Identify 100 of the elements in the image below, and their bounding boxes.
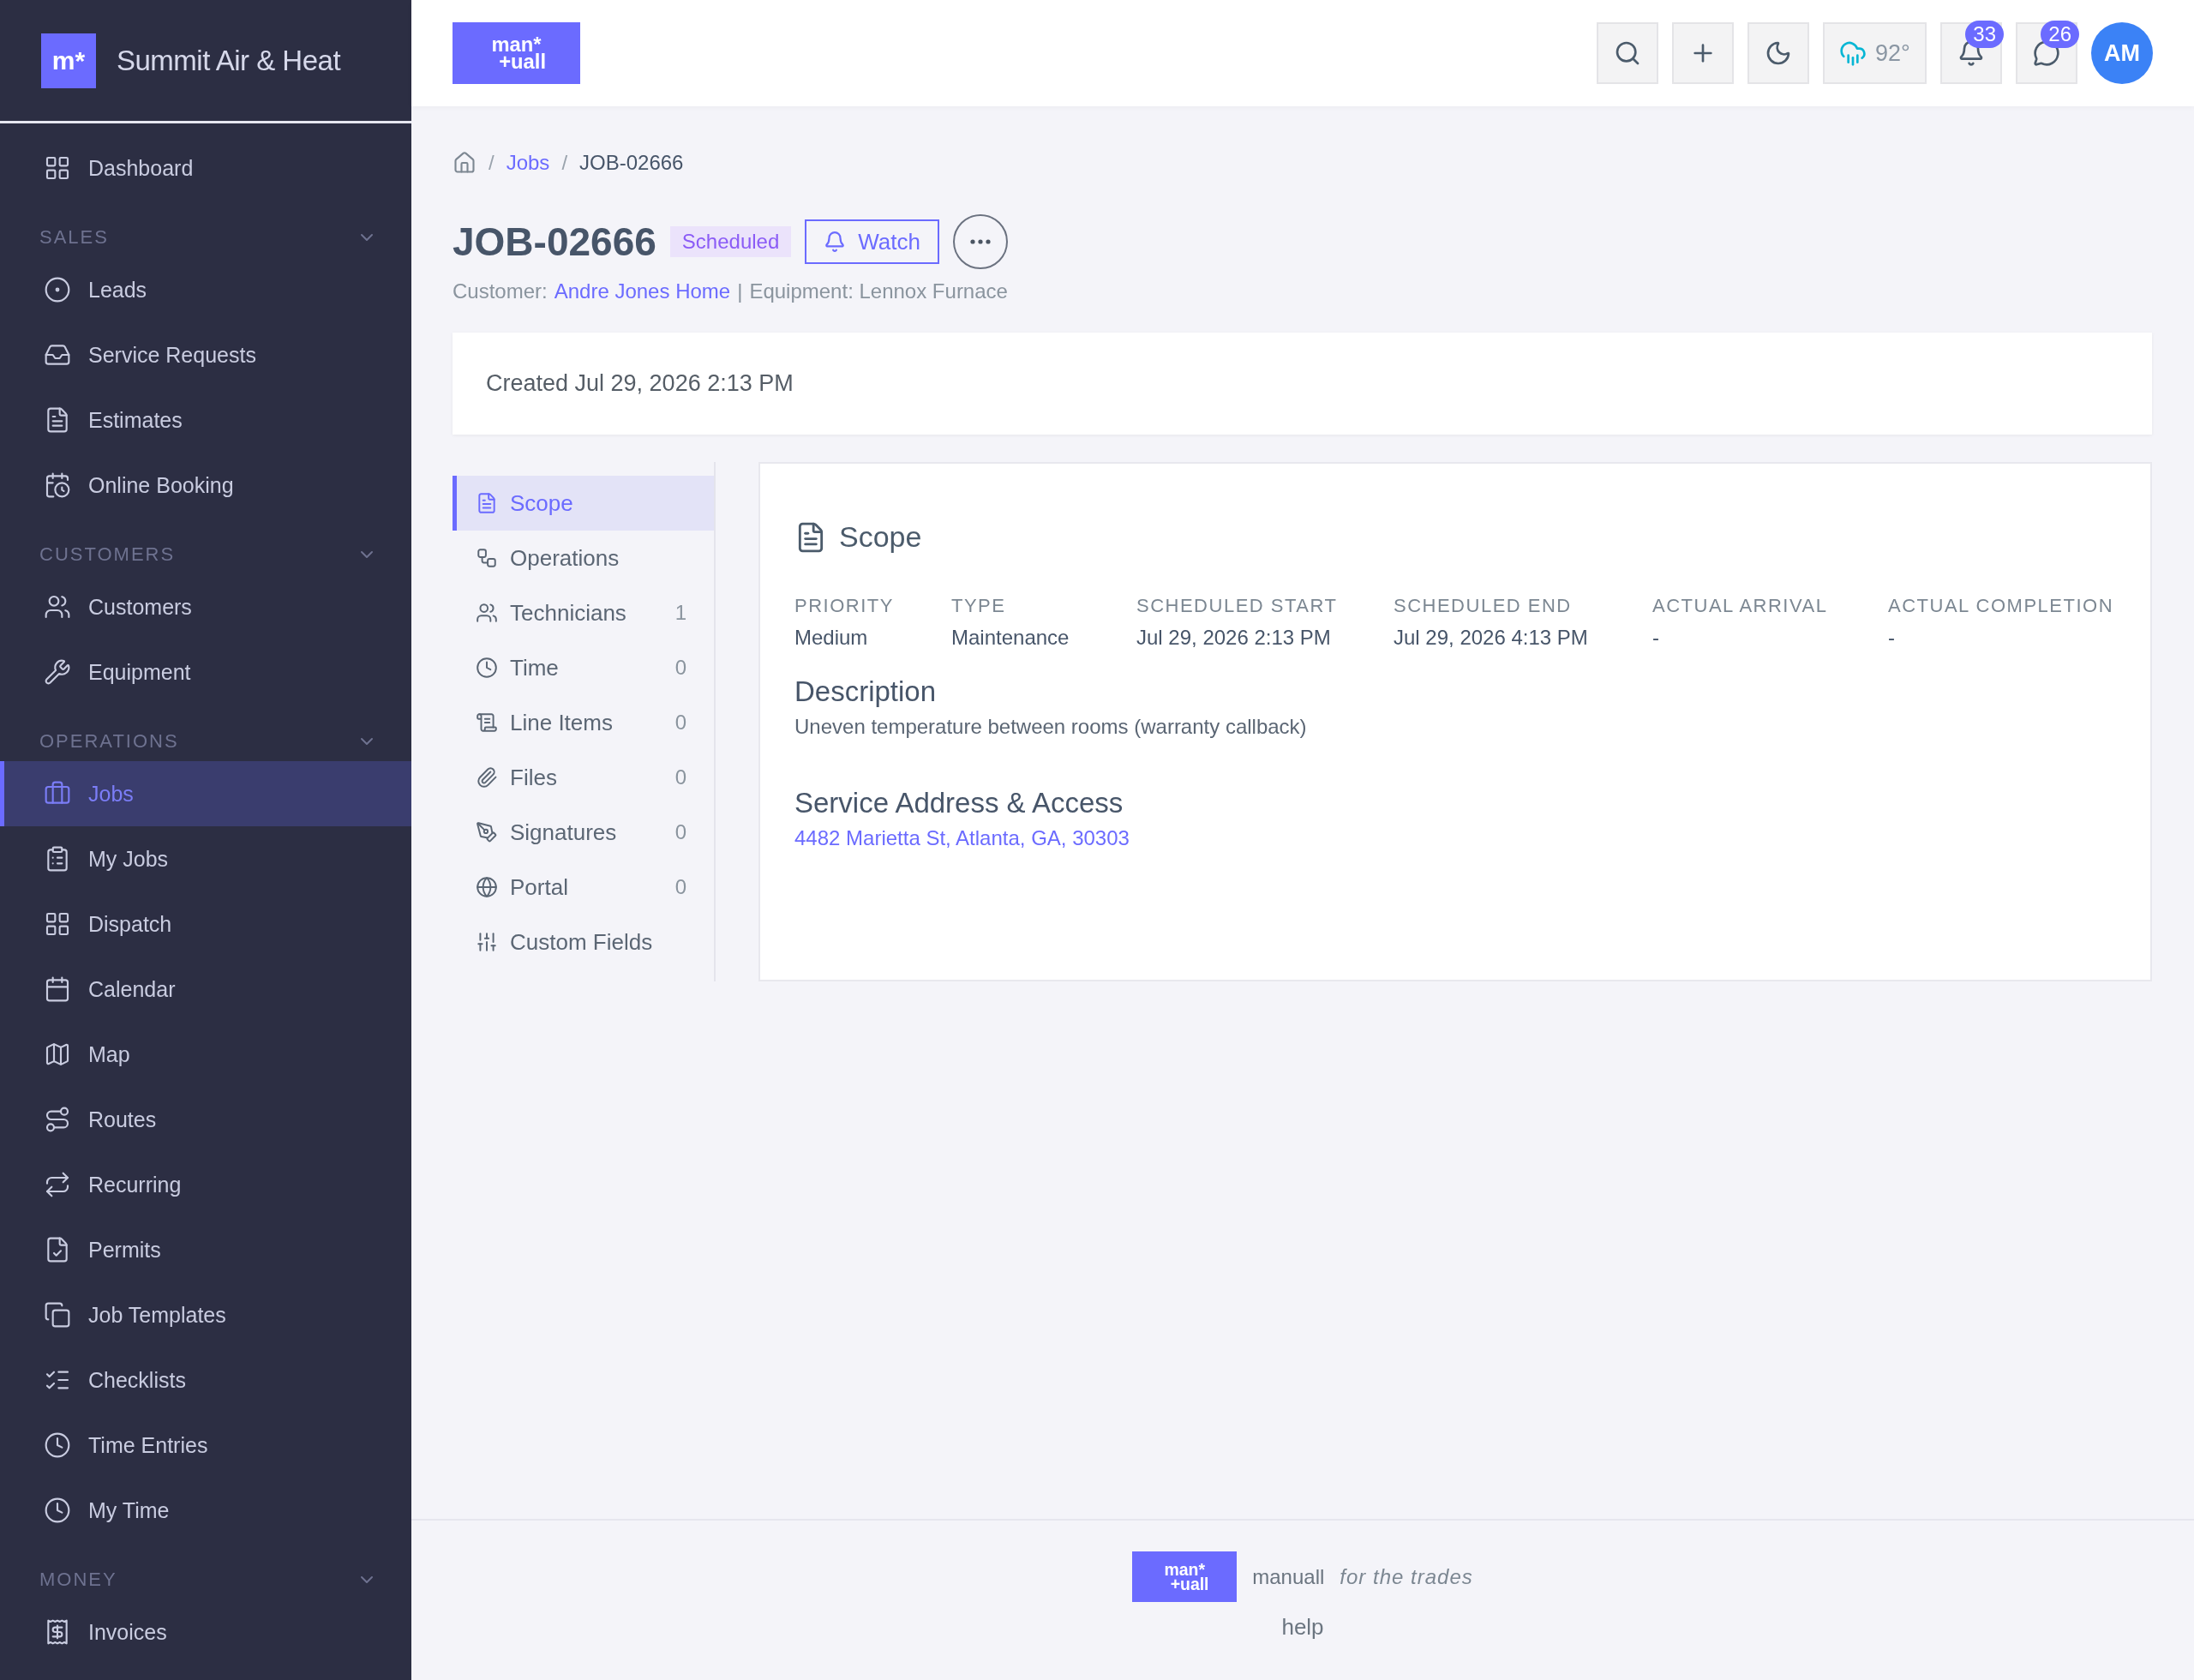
- section-tab[interactable]: Line Items 0: [453, 695, 714, 750]
- created-card: Created Jul 29, 2026 2:13 PM: [453, 333, 2152, 435]
- nav-item[interactable]: Checklists: [0, 1347, 411, 1413]
- field-label: SCHEDULED START: [1136, 595, 1339, 617]
- user-avatar[interactable]: AM: [2091, 22, 2153, 84]
- weather-button[interactable]: 92°: [1823, 22, 1927, 84]
- nav-item[interactable]: Dashboard: [0, 135, 411, 201]
- add-button[interactable]: [1672, 22, 1734, 84]
- manuall-logo[interactable]: man* +uall: [453, 22, 580, 84]
- field-value: -: [1888, 626, 1896, 650]
- nav-item[interactable]: Permits: [0, 1217, 411, 1282]
- nav-item[interactable]: Time Entries: [0, 1413, 411, 1478]
- brand-logo: m*: [41, 33, 96, 88]
- footer-tagline: for the trades: [1340, 1564, 1473, 1589]
- help-link[interactable]: help: [1281, 1614, 1324, 1641]
- section-tab[interactable]: Portal 0: [453, 860, 714, 915]
- tab-count: 0: [674, 711, 686, 735]
- field-label: ACTUAL COMPLETION: [1888, 595, 2114, 617]
- equipment-text: Equipment: Lennox Furnace: [749, 279, 1008, 303]
- moon-icon: [1765, 39, 1792, 67]
- description-heading: Description: [794, 675, 938, 708]
- section-tab[interactable]: Technicians 1: [453, 585, 714, 640]
- separator: |: [737, 279, 743, 303]
- nav-item[interactable]: Routes: [0, 1087, 411, 1152]
- pen-icon: [476, 821, 498, 843]
- job-title: JOB-02666: [453, 219, 656, 265]
- nav-item[interactable]: Estimates: [0, 387, 411, 453]
- temperature: 92°: [1875, 39, 1910, 67]
- nav-item[interactable]: Leads: [0, 257, 411, 322]
- description-text: Uneven temperature between rooms (warranty callback): [794, 715, 1308, 739]
- field-value: -: [1652, 626, 1660, 650]
- nav-item[interactable]: Equipment: [0, 639, 411, 705]
- count-badge: 26: [2041, 21, 2079, 48]
- nav-item[interactable]: Recurring: [0, 1152, 411, 1217]
- field-label: TYPE: [951, 595, 1007, 617]
- tab-count: 1: [674, 601, 686, 625]
- tab-count: 0: [674, 656, 686, 680]
- bell-icon: [824, 231, 847, 253]
- notifications-button[interactable]: 33: [1940, 22, 2002, 84]
- grid-icon: [44, 154, 71, 182]
- workflow-icon: [476, 547, 498, 569]
- section-tab[interactable]: Signatures 0: [453, 805, 714, 860]
- field-value: Medium: [794, 626, 869, 650]
- nav-item[interactable]: Dispatch: [0, 891, 411, 957]
- manuall-logo[interactable]: man* +uall: [1132, 1551, 1238, 1602]
- panel-title: Scope: [839, 520, 922, 554]
- tab-label: Technicians: [510, 599, 627, 627]
- section-tab[interactable]: Time 0: [453, 640, 714, 695]
- tab-count: 0: [674, 875, 686, 899]
- messages-button[interactable]: 26: [2016, 22, 2077, 84]
- nav-item[interactable]: Jobs: [0, 761, 411, 826]
- breadcrumb-current: JOB-02666: [579, 151, 684, 175]
- field-value: Jul 29, 2026 4:13 PM: [1394, 626, 1589, 650]
- nav-item[interactable]: My Jobs: [0, 826, 411, 891]
- more-button[interactable]: [953, 214, 1008, 269]
- tab-count: 0: [674, 820, 686, 844]
- nav-item[interactable]: Job Templates: [0, 1282, 411, 1347]
- tab-label: Operations: [510, 544, 620, 572]
- tab-count: 0: [674, 765, 686, 789]
- field-label: SCHEDULED END: [1394, 595, 1573, 617]
- map-icon: [44, 1041, 71, 1068]
- nav-item[interactable]: Customers: [0, 574, 411, 639]
- users-icon: [44, 593, 71, 621]
- calendar-clock-icon: [44, 471, 71, 499]
- document-icon: [476, 492, 498, 514]
- nav-item[interactable]: Map: [0, 1022, 411, 1087]
- breadcrumb-link[interactable]: Jobs: [506, 151, 550, 175]
- wrench-icon: [44, 658, 71, 686]
- calendar-icon: [44, 975, 71, 1003]
- paperclip-icon: [476, 766, 498, 789]
- section-label: OPERATIONS: [39, 730, 179, 753]
- search-button[interactable]: [1597, 22, 1658, 84]
- home-icon[interactable]: [453, 151, 477, 175]
- tab-label: Time: [510, 654, 560, 681]
- section-tab[interactable]: Custom Fields: [453, 915, 714, 969]
- nav-item[interactable]: Online Booking: [0, 453, 411, 518]
- nav-item[interactable]: Calendar: [0, 957, 411, 1022]
- section-tab[interactable]: Operations: [453, 531, 714, 585]
- section-label: CUSTOMERS: [39, 543, 176, 566]
- copy-icon: [44, 1301, 71, 1329]
- clock-icon: [476, 657, 498, 679]
- nav-item[interactable]: Service Requests: [0, 322, 411, 387]
- nav-item[interactable]: Invoices: [0, 1599, 411, 1665]
- globe-icon: [476, 876, 498, 898]
- tab-label: Scope: [510, 489, 574, 517]
- grid-icon: [44, 910, 71, 938]
- bell-icon: [1957, 39, 1985, 67]
- section-tab[interactable]: Scope: [453, 476, 714, 531]
- nav-item[interactable]: My Time: [0, 1478, 411, 1543]
- dark-mode-button[interactable]: [1747, 22, 1809, 84]
- company-name: Summit Air & Heat: [117, 44, 341, 77]
- address-link[interactable]: 4482 Marietta St, Atlanta, GA, 30303: [794, 826, 1130, 849]
- field-value: Maintenance: [951, 626, 1070, 650]
- section-tab[interactable]: Files 0: [453, 750, 714, 805]
- field-label: ACTUAL ARRIVAL: [1652, 595, 1829, 617]
- count-badge: 33: [1965, 21, 2004, 48]
- customer-link[interactable]: Andre Jones Home: [554, 279, 731, 303]
- tab-label: Signatures: [510, 819, 618, 846]
- search-icon: [1614, 39, 1641, 67]
- watch-button[interactable]: Watch: [805, 219, 939, 264]
